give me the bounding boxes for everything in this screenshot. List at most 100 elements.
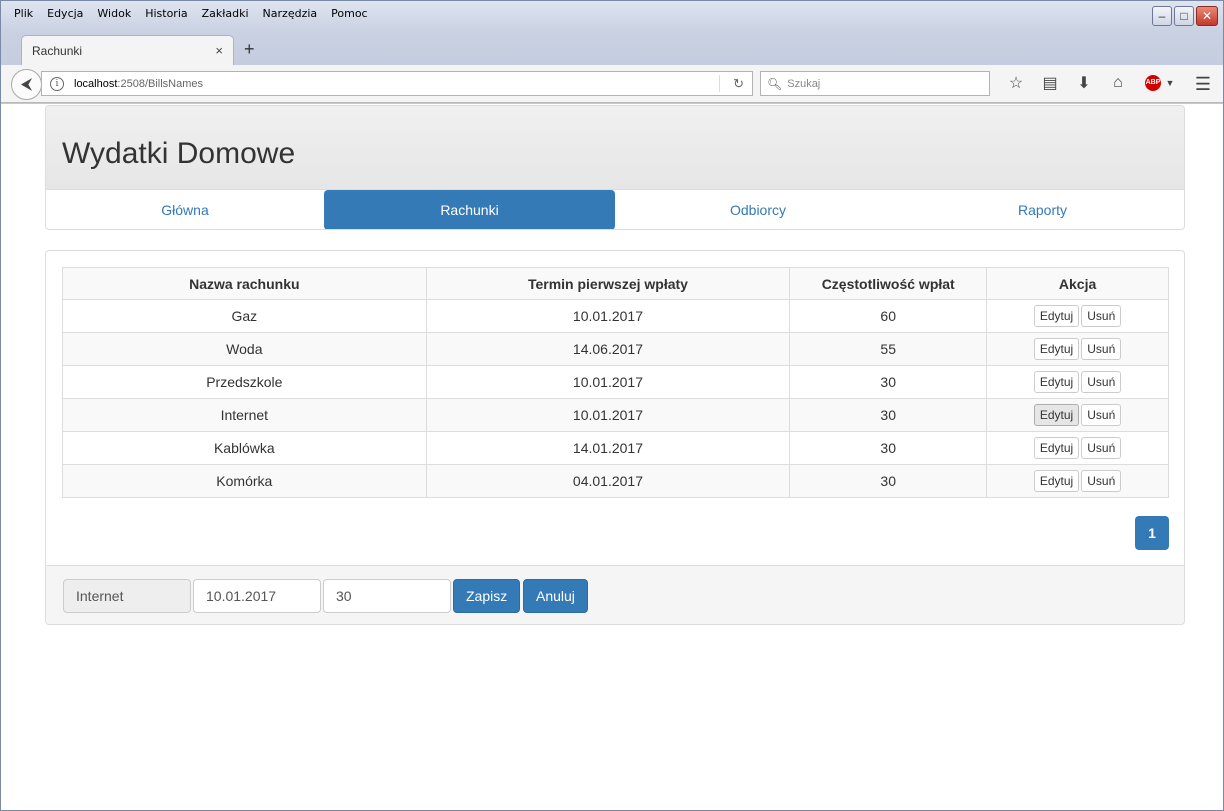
url-host: localhost xyxy=(74,77,118,90)
back-arrow-icon[interactable]: ⮜ xyxy=(11,69,42,100)
delete-button[interactable]: Usuń xyxy=(1081,437,1122,459)
menu-edit[interactable]: Edycja xyxy=(40,7,90,23)
hamburger-menu-icon[interactable]: ☰ xyxy=(1195,74,1211,95)
info-icon[interactable]: i xyxy=(50,76,64,91)
table-header-row: Nazwa rachunku Termin pierwszej wpłaty C… xyxy=(62,267,1169,300)
tab-close-icon[interactable]: × xyxy=(215,43,223,58)
title-bar: Plik Edycja Widok Historia Zakładki Narz… xyxy=(1,1,1223,104)
url-bar[interactable]: i localhost:2508/BillsNames ↻ xyxy=(41,71,753,96)
cell-actions: Edytuj Usuń xyxy=(986,464,1169,498)
nav-item-reports[interactable]: Raporty xyxy=(901,190,1184,229)
delete-button[interactable]: Usuń xyxy=(1081,338,1122,360)
delete-button[interactable]: Usuń xyxy=(1081,371,1122,393)
toolbar-icons: ☆ ▤ ⬇ ⌂ ABP ▼ xyxy=(999,73,1175,93)
reload-icon[interactable]: ↻ xyxy=(733,76,744,92)
first-payment-date-field[interactable]: 10.01.2017 xyxy=(193,579,321,613)
cell-date: 14.06.2017 xyxy=(425,332,791,366)
tab-strip: Rachunki × + xyxy=(1,31,1223,65)
nav-item-bills[interactable]: Rachunki xyxy=(324,190,615,229)
navigation-toolbar: ⮜ i localhost:2508/BillsNames ↻ 🔍︎ Szuka… xyxy=(1,65,1223,103)
save-button[interactable]: Zapisz xyxy=(453,579,521,613)
cell-actions: Edytuj Usuń xyxy=(986,332,1169,366)
bills-panel: Nazwa rachunku Termin pierwszej wpłaty C… xyxy=(45,250,1185,625)
table-row: Internet 10.01.2017 30 Edytuj Usuń xyxy=(62,398,1169,432)
delete-button[interactable]: Usuń xyxy=(1081,404,1122,426)
edit-button[interactable]: Edytuj xyxy=(1033,371,1080,393)
search-placeholder: Szukaj xyxy=(787,77,821,90)
tab-title: Rachunki xyxy=(32,43,83,58)
cell-date: 10.01.2017 xyxy=(425,398,791,432)
edit-button[interactable]: Edytuj xyxy=(1033,470,1080,492)
edit-button[interactable]: Edytuj xyxy=(1033,305,1080,327)
cell-frequency: 30 xyxy=(789,398,988,432)
edit-button[interactable]: Edytuj xyxy=(1033,437,1080,459)
cell-frequency: 30 xyxy=(789,464,988,498)
cell-actions: Edytuj Usuń xyxy=(986,431,1169,465)
adblock-icon[interactable]: ABP xyxy=(1145,75,1161,91)
cell-name: Internet xyxy=(62,398,427,432)
cell-date: 10.01.2017 xyxy=(425,299,791,333)
cell-name: Woda xyxy=(62,332,427,366)
menu-bookmarks[interactable]: Zakładki xyxy=(195,7,256,23)
menu-view[interactable]: Widok xyxy=(90,7,138,23)
column-header-date: Termin pierwszej wpłaty xyxy=(425,267,791,300)
cell-frequency: 30 xyxy=(789,365,988,399)
menu-tools[interactable]: Narzędzia xyxy=(256,7,325,23)
maximize-icon[interactable]: □ xyxy=(1174,6,1194,26)
cell-name: Przedszkole xyxy=(62,365,427,399)
search-bar[interactable]: 🔍︎ Szukaj xyxy=(760,71,990,96)
main-nav: Główna Rachunki Odbiorcy Raporty xyxy=(46,190,1184,229)
jumbotron: Wydatki Domowe xyxy=(46,106,1184,190)
close-icon[interactable]: ✕ xyxy=(1196,6,1218,26)
cell-name: Komórka xyxy=(62,464,427,498)
new-tab-button[interactable]: + xyxy=(244,39,255,60)
edit-button[interactable]: Edytuj xyxy=(1033,404,1080,426)
cell-frequency: 30 xyxy=(789,431,988,465)
bill-name-field[interactable]: Internet xyxy=(63,579,191,613)
nav-item-recipients[interactable]: Odbiorcy xyxy=(615,190,901,229)
minimize-icon[interactable]: – xyxy=(1152,6,1172,26)
search-icon: 🔍︎ xyxy=(767,76,783,91)
menu-history[interactable]: Historia xyxy=(138,7,194,23)
menu-bar: Plik Edycja Widok Historia Zakładki Narz… xyxy=(7,7,375,23)
table-row: Woda 14.06.2017 55 Edytuj Usuń xyxy=(62,332,1169,366)
menu-file[interactable]: Plik xyxy=(7,7,40,23)
nav-item-home[interactable]: Główna xyxy=(46,190,324,229)
header-panel: Wydatki Domowe Główna Rachunki Odbiorcy … xyxy=(45,105,1185,230)
cell-date: 10.01.2017 xyxy=(425,365,791,399)
table-row: Kablówka 14.01.2017 30 Edytuj Usuń xyxy=(62,431,1169,465)
cell-name: Kablówka xyxy=(62,431,427,465)
url-separator xyxy=(719,75,720,92)
column-header-name: Nazwa rachunku xyxy=(62,267,427,300)
page-content: Wydatki Domowe Główna Rachunki Odbiorcy … xyxy=(5,104,1221,808)
chevron-down-icon[interactable]: ▼ xyxy=(1165,78,1175,88)
home-icon[interactable]: ⌂ xyxy=(1101,74,1135,92)
browser-window: Plik Edycja Widok Historia Zakładki Narz… xyxy=(0,0,1224,811)
download-icon[interactable]: ⬇ xyxy=(1067,73,1101,93)
bills-table: Nazwa rachunku Termin pierwszej wpłaty C… xyxy=(62,267,1169,498)
cell-name: Gaz xyxy=(62,299,427,333)
table-row: Gaz 10.01.2017 60 Edytuj Usuń xyxy=(62,299,1169,333)
cell-frequency: 60 xyxy=(789,299,988,333)
delete-button[interactable]: Usuń xyxy=(1081,470,1122,492)
edit-button[interactable]: Edytuj xyxy=(1033,338,1080,360)
cell-date: 04.01.2017 xyxy=(425,464,791,498)
browser-tab[interactable]: Rachunki × xyxy=(21,35,234,65)
column-header-action: Akcja xyxy=(986,267,1169,300)
cell-actions: Edytuj Usuń xyxy=(986,299,1169,333)
page-title: Wydatki Domowe xyxy=(62,137,296,170)
payment-frequency-field[interactable]: 30 xyxy=(323,579,451,613)
reading-list-icon[interactable]: ▤ xyxy=(1033,73,1067,93)
pagination-page-1[interactable]: 1 xyxy=(1135,516,1169,550)
cell-frequency: 55 xyxy=(789,332,988,366)
url-path: :2508/BillsNames xyxy=(117,77,204,90)
table-row: Komórka 04.01.2017 30 Edytuj Usuń xyxy=(62,464,1169,498)
table-row: Przedszkole 10.01.2017 30 Edytuj Usuń xyxy=(62,365,1169,399)
menu-help[interactable]: Pomoc xyxy=(324,7,374,23)
window-controls: – □ ✕ xyxy=(1152,6,1218,26)
bookmark-star-icon[interactable]: ☆ xyxy=(999,73,1033,93)
delete-button[interactable]: Usuń xyxy=(1081,305,1122,327)
cell-actions: Edytuj Usuń xyxy=(986,398,1169,432)
cell-date: 14.01.2017 xyxy=(425,431,791,465)
cancel-button[interactable]: Anuluj xyxy=(523,579,588,613)
